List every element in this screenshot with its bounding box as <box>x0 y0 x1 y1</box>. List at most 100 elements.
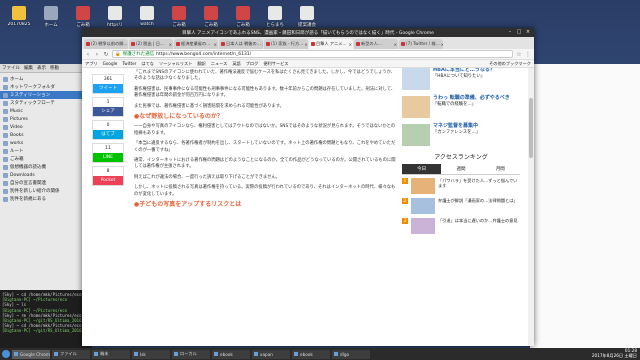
bookmark-item[interactable]: アプリ <box>85 61 98 67</box>
sidebar-item[interactable]: ルート <box>0 147 91 155</box>
minimize-icon[interactable]: – <box>507 29 513 35</box>
sidebar-item[interactable]: 別件を新規にある <box>0 195 91 203</box>
bookmark-item[interactable]: はてな <box>141 61 154 67</box>
terminal-window[interactable]: [Sky] ~ cd /home/mkk/Pictures/eco [Bigtan… <box>0 290 92 348</box>
taskbar-button[interactable]: Google Chrome <box>12 349 50 359</box>
browser-tab[interactable]: (2) 脱出 | 日… × <box>129 39 173 49</box>
share-widget[interactable]: 1 シェア <box>92 97 124 117</box>
bookmark-item[interactable]: ニュース <box>211 61 228 67</box>
bookmark-item[interactable]: Twitter <box>122 61 136 66</box>
ranking-tab[interactable]: 週間 <box>441 164 480 174</box>
share-widget[interactable]: 0 はてブ <box>92 120 124 140</box>
tab-close-icon[interactable]: × <box>262 42 263 47</box>
taskbar-button[interactable]: ローカル <box>172 349 210 359</box>
desktop-icon[interactable]: 提案議会 <box>292 6 322 28</box>
taskbar-button[interactable]: ebook <box>212 349 250 359</box>
clock[interactable]: 01:28 2017年8月26日 土曜日 <box>592 349 640 358</box>
sidebar-article[interactable]: マネジ監督を募集中 「カンファレンスを…」 <box>402 123 520 146</box>
menu-icon[interactable]: ⋮ <box>525 51 531 58</box>
maximize-icon[interactable]: □ <box>516 29 522 35</box>
sidebar-item[interactable]: 仮想機器の読込機 <box>0 163 91 171</box>
menu-item[interactable]: ファイル <box>2 65 20 71</box>
sidebar-item[interactable]: ネットワークフォルダ <box>0 83 91 91</box>
sidebar-item[interactable]: 自分の宣言書関連 <box>0 179 91 187</box>
scrollbar-thumb[interactable] <box>529 98 533 158</box>
tab-close-icon[interactable]: × <box>394 42 398 47</box>
sidebar-item[interactable]: Books <box>0 131 91 139</box>
sidebar-article[interactable]: HBAに本当にど…うなる？ 「HBAについて知りたい」 <box>402 68 520 90</box>
tab-close-icon[interactable]: × <box>441 42 443 47</box>
sidebar-item[interactable]: スタティックフローテ <box>0 99 91 107</box>
start-menu-icon[interactable] <box>2 350 10 358</box>
browser-tab[interactable]: 新型の人… × <box>354 39 398 49</box>
ranking-item[interactable]: 3 「引退」は本当に遅いのか…弁護士の意見 <box>402 218 520 234</box>
tab-close-icon[interactable]: × <box>349 42 353 47</box>
share-button[interactable]: はてブ <box>93 130 123 139</box>
browser-tab[interactable]: 経済産業省の… × <box>174 39 218 49</box>
taskbar-button[interactable]: Isk <box>132 349 170 359</box>
sidebar-article-title[interactable]: HBAに本当にど…うなる？ <box>433 68 495 74</box>
ranking-tab[interactable]: 月間 <box>481 164 520 174</box>
desktop-icon[interactable]: ホーム <box>36 6 66 28</box>
ranking-tab[interactable]: 今日 <box>402 164 442 174</box>
sidebar-article[interactable]: うわっ 転職の準備、必ずやるべき 「転職での経験を…」 <box>402 95 520 118</box>
desktop-icon[interactable]: ごみ箱 <box>68 6 98 28</box>
close-icon[interactable]: × <box>525 29 531 35</box>
desktop-icon[interactable]: httpsリ <box>100 6 130 28</box>
browser-tab[interactable]: 日本人は 戦後の…× <box>219 39 263 49</box>
ranking-item[interactable]: 1 「パワハラ」を受けた人…ずっと悩んでいます <box>402 178 520 194</box>
sidebar-item[interactable]: ホーム <box>0 75 91 83</box>
bookmark-item[interactable]: 便利サービス <box>263 61 288 67</box>
bookmark-item[interactable]: ソーシャルリスト <box>159 61 192 67</box>
share-button[interactable]: Pocket <box>93 176 123 185</box>
sidebar-item[interactable]: Pictures <box>0 115 91 123</box>
desktop-icon[interactable]: watch <box>132 6 162 27</box>
browser-tab[interactable]: (2) 戦争以前の開…× <box>84 39 128 49</box>
sidebar-item[interactable]: ミスティリーション <box>0 91 91 99</box>
desktop-icon[interactable]: ごみ箱 <box>228 6 258 28</box>
sidebar-item[interactable]: 別件を新しい紹介の関係 <box>0 187 91 195</box>
desktop-icon[interactable]: ごみ箱 <box>196 6 226 28</box>
sidebar-item[interactable]: Video <box>0 123 91 131</box>
taskbar-button[interactable]: ファイル <box>52 349 90 359</box>
bookmark-item[interactable]: 英語 <box>232 61 240 67</box>
taskbar-button[interactable]: dlgo <box>332 349 370 359</box>
desktop-icon[interactable]: とらまち <box>260 6 290 28</box>
bookmark-item[interactable]: ブログ <box>246 61 259 67</box>
menu-item[interactable]: 移動 <box>50 65 59 71</box>
page-scrollbar[interactable] <box>528 68 534 346</box>
tab-close-icon[interactable]: × <box>169 42 173 47</box>
back-icon[interactable]: ‹ <box>85 51 91 58</box>
sidebar-item[interactable]: Music <box>0 107 91 115</box>
menu-item[interactable]: 表示 <box>37 65 46 71</box>
url-input[interactable]: 🔒 保護された通信 https://www.bengo4.com/interne… <box>112 50 513 58</box>
desktop-icon[interactable]: ごみ箱 <box>164 6 194 28</box>
share-widget[interactable]: 11 LINE <box>92 143 124 163</box>
desktop-icon[interactable]: 20170825 <box>4 6 34 27</box>
tab-close-icon[interactable]: × <box>214 42 218 47</box>
browser-tab[interactable]: (1) 家族 - 行方… × <box>264 39 308 49</box>
sidebar-item[interactable]: ごみ箱 <box>0 155 91 163</box>
browser-tab[interactable]: 目撃人 アニメ… × <box>309 39 353 49</box>
share-button[interactable]: シェア <box>93 107 123 116</box>
sidebar-item[interactable]: Downloads <box>0 171 91 179</box>
sidebar-item[interactable]: works <box>0 139 91 147</box>
bookmark-item[interactable]: Google <box>103 61 118 66</box>
sidebar-article-title[interactable]: マネジ監督を募集中 <box>433 123 480 130</box>
ranking-item[interactable]: 2 弁護士が解説「漫画家の…法律問題とは」 <box>402 198 520 214</box>
bookmark-item[interactable]: 翻訳 <box>197 61 205 67</box>
taskbar-button[interactable]: ebook <box>292 349 330 359</box>
star-icon[interactable]: ☆ <box>516 51 522 58</box>
share-widget[interactable]: 361 ツイート <box>92 74 124 94</box>
share-button[interactable]: ツイート <box>93 84 123 93</box>
menu-item[interactable]: 編集 <box>24 65 33 71</box>
bookmark-other[interactable]: その他のブックマーク <box>489 61 534 67</box>
share-widget[interactable]: 8 Pocket <box>92 166 124 186</box>
taskbar-button[interactable]: xapan <box>252 349 290 359</box>
sidebar-article-title[interactable]: うわっ 転職の準備、必ずやるべき <box>433 95 510 102</box>
forward-icon[interactable]: › <box>94 51 100 58</box>
tab-close-icon[interactable]: × <box>304 42 308 47</box>
share-button[interactable]: LINE <box>93 153 123 162</box>
browser-tab[interactable]: (7) Twitter / 検… × <box>399 39 443 49</box>
reload-icon[interactable]: ↻ <box>103 51 109 58</box>
